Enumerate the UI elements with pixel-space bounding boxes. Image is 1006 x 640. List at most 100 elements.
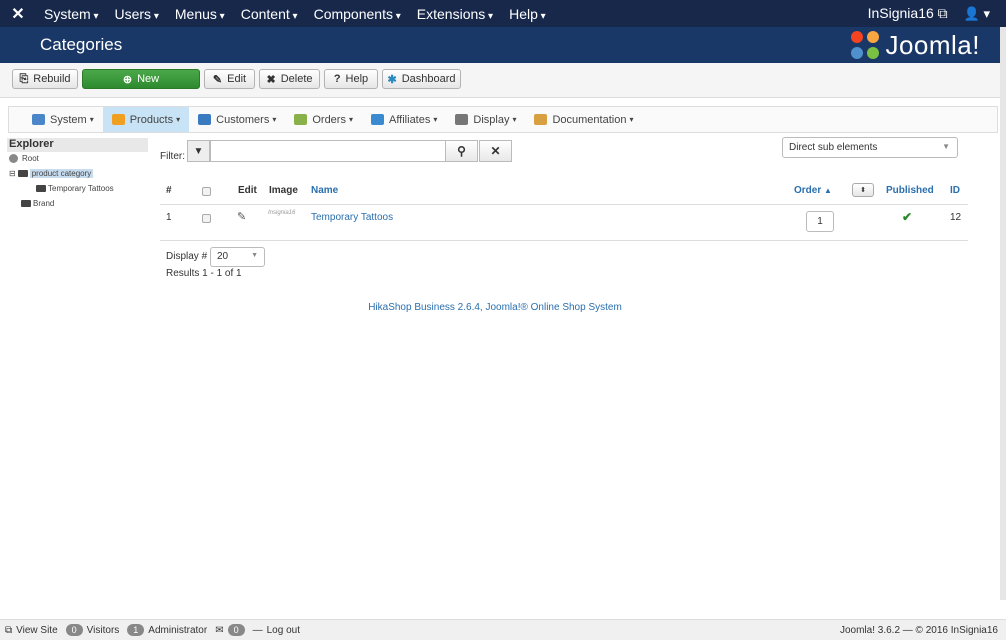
table-header: # Edit Image Name Order ▲ ⬍ Published ID <box>160 180 968 205</box>
display-icon <box>455 114 469 125</box>
menu-help[interactable]: Help <box>501 6 554 22</box>
filter-funnel-icon[interactable]: ▼ <box>187 140 210 162</box>
row-number: 1 <box>166 212 172 223</box>
logout-link[interactable]: — Log out <box>253 625 300 636</box>
edit-icon: ✎ <box>212 73 223 86</box>
sort-icon: ⬍ <box>860 187 866 194</box>
help-button[interactable]: ? Help <box>324 69 378 89</box>
delete-label: Delete <box>280 73 313 85</box>
version-text: Joomla! 3.6.2 — © 2016 InSignia16 <box>839 624 998 636</box>
order-input[interactable]: 1 <box>806 211 834 232</box>
menu-menus[interactable]: Menus <box>167 6 233 22</box>
explorer-title: Explorer <box>7 138 148 152</box>
delete-button[interactable]: ✖ Delete <box>259 69 320 89</box>
row-checkbox[interactable] <box>202 214 211 223</box>
affiliates-icon <box>370 114 384 125</box>
caret-icon: ▾ <box>433 115 438 124</box>
dashboard-button[interactable]: ✱ Dashboard <box>382 69 461 89</box>
status-bar: ⧉ View Site 0 Visitors 1 Administrator ✉ 0 —… <box>0 619 1006 640</box>
clear-filter-button[interactable]: ✕ <box>479 140 512 162</box>
logout-label: Log out <box>266 624 300 636</box>
col-id[interactable]: ID <box>950 185 960 196</box>
col-image: Image <box>269 185 298 196</box>
sub-elements-select[interactable]: Direct sub elements ▼ <box>782 137 958 158</box>
user-menu-icon[interactable]: 👤 ▾ <box>958 6 1006 22</box>
submenu-customers[interactable]: Customers ▾ <box>189 107 285 132</box>
hikashop-credit-link[interactable]: HikaShop Business 2.6.4, Joomla!® Online… <box>0 302 990 313</box>
edit-button[interactable]: ✎ Edit <box>204 69 255 89</box>
documentation-icon <box>534 114 548 125</box>
tree-product-category-label: product category <box>29 169 94 178</box>
menu-users[interactable]: Users <box>107 6 167 22</box>
admin-top-nav: ✕ System Users Menus Content Components … <box>0 0 1006 27</box>
tree-brand-label: Brand <box>33 199 55 208</box>
chevron-down-icon: ▼ <box>942 142 950 151</box>
folder-icon <box>36 185 46 192</box>
menu-content[interactable]: Content <box>233 6 306 22</box>
page-title: Categories <box>40 35 123 54</box>
visitors-label: Visitors <box>86 624 120 636</box>
caret-icon: ▾ <box>89 115 94 124</box>
tree-root[interactable]: Root <box>9 154 39 163</box>
col-published[interactable]: Published <box>886 185 934 196</box>
results-count: Results 1 - 1 of 1 <box>166 268 242 279</box>
new-label: New <box>137 73 160 85</box>
col-order-label: Order <box>794 185 822 196</box>
tree-product-category[interactable]: ⊟ product category <box>9 169 94 178</box>
tree-temporary-tattoos[interactable]: Temporary Tattoos <box>36 184 114 193</box>
joomla-brand: Joomla! <box>851 30 980 61</box>
rebuild-label: Rebuild <box>33 73 71 85</box>
help-label: Help <box>345 73 369 85</box>
submenu-affiliates[interactable]: Affiliates ▾ <box>362 107 446 132</box>
minus-icon: — <box>252 624 263 636</box>
site-link[interactable]: InSignia16 ⧉ <box>858 5 958 22</box>
submenu-products[interactable]: Products ▾ <box>102 107 190 132</box>
search-button[interactable]: ⚲ <box>445 140 478 162</box>
external-link-icon: ⧉ <box>937 5 948 21</box>
submenu-label: Orders <box>312 113 346 126</box>
hikashop-submenu: System ▾ Products ▾ Customers ▾ Orders ▾ Aff… <box>8 106 998 133</box>
customers-icon <box>198 114 212 125</box>
submenu-system[interactable]: System ▾ <box>23 107 103 132</box>
select-all-checkbox[interactable] <box>202 187 211 196</box>
filter-input[interactable] <box>210 140 446 162</box>
new-button[interactable]: ⊕ New <box>82 69 200 89</box>
save-order-button[interactable]: ⬍ <box>852 183 874 197</box>
pencil-icon[interactable]: ✎ <box>237 210 246 223</box>
visitors-status: 0 Visitors <box>62 624 120 636</box>
published-check-icon[interactable]: ✔ <box>902 210 912 224</box>
folder-icon <box>21 200 31 207</box>
tree-brand[interactable]: Brand <box>21 199 54 208</box>
sub-elements-value: Direct sub elements <box>789 142 878 153</box>
submenu-orders[interactable]: Orders ▾ <box>285 107 362 132</box>
row-name-link[interactable]: Temporary Tattoos <box>311 212 393 223</box>
menu-extensions[interactable]: Extensions <box>409 6 501 22</box>
rebuild-button[interactable]: ⎘ Rebuild <box>12 69 78 89</box>
submenu-display[interactable]: Display ▾ <box>446 107 525 132</box>
page-header: Categories Joomla! <box>0 27 1006 63</box>
joomla-brand-text: Joomla! <box>885 30 980 60</box>
external-link-icon: ⧉ <box>5 624 13 636</box>
edit-label: Edit <box>227 73 247 85</box>
col-name[interactable]: Name <box>311 185 338 196</box>
page-scrollbar[interactable] <box>1000 27 1006 600</box>
submenu-label: Products <box>129 113 174 126</box>
site-name: InSignia16 <box>867 5 934 21</box>
menu-system[interactable]: System <box>36 6 107 22</box>
messages-status[interactable]: ✉ 0 <box>211 624 248 636</box>
col-order[interactable]: Order ▲ <box>794 185 832 196</box>
plus-circle-icon: ⊕ <box>122 73 133 86</box>
display-limit-select[interactable]: 20 ▼ <box>210 247 265 267</box>
sort-up-icon: ▲ <box>824 186 832 195</box>
view-site-link[interactable]: ⧉ View Site <box>5 625 58 636</box>
col-edit: Edit <box>238 185 257 196</box>
orders-icon <box>294 114 308 125</box>
caret-icon: ▾ <box>512 115 517 124</box>
submenu-documentation[interactable]: Documentation ▾ <box>525 107 642 132</box>
close-icon: ✕ <box>490 144 501 158</box>
search-icon: ⚲ <box>457 144 466 158</box>
submenu-label: Customers <box>216 113 270 126</box>
menu-components[interactable]: Components <box>306 6 409 22</box>
joomla-logo-icon[interactable]: ✕ <box>0 4 36 24</box>
display-limit-value: 20 <box>217 251 229 262</box>
